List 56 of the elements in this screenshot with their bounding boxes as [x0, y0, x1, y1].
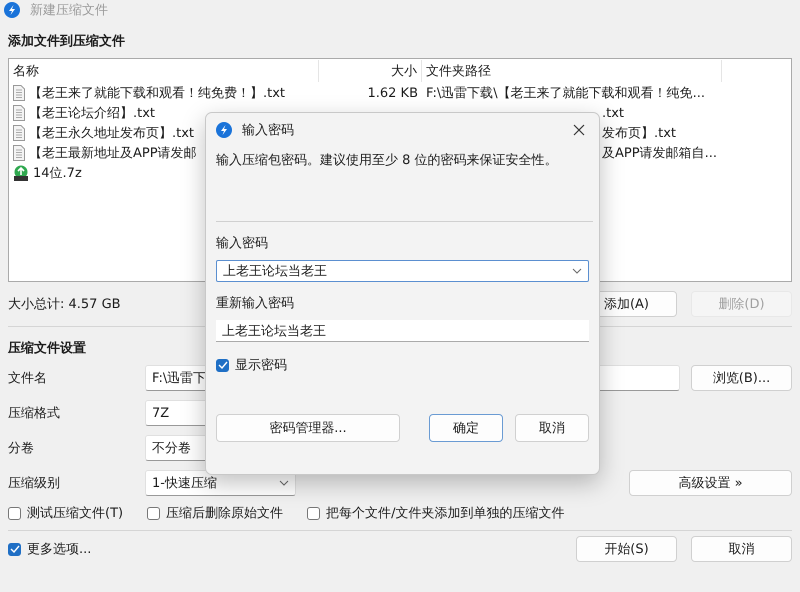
ok-button[interactable]: 确定 [429, 414, 503, 442]
checkbox-label: 显示密码 [235, 357, 287, 374]
start-button[interactable]: 开始(S) [576, 536, 677, 562]
checkbox[interactable] [8, 506, 21, 520]
app-logo-icon [4, 2, 20, 18]
advanced-settings-button[interactable]: 高级设置 » [629, 470, 792, 496]
dialog-title: 输入密码 [242, 122, 294, 139]
field-label: 重新输入密码 [216, 295, 295, 312]
file-name: 【老王最新地址及APP请发邮 [29, 145, 197, 162]
checkbox[interactable] [147, 506, 160, 520]
field-label: 压缩级别 [8, 475, 61, 492]
field-label: 压缩格式 [8, 405, 61, 422]
checkmark-icon [10, 545, 20, 553]
app-logo-icon [216, 122, 232, 138]
document-icon [13, 125, 25, 141]
checkbox-label: 把每个文件/文件夹添加到单独的压缩文件 [326, 505, 564, 522]
dialog-description: 输入压缩包密码。建议使用至少 8 位的密码来保证安全性。 [216, 152, 559, 170]
browse-button[interactable]: 浏览(B)... [691, 365, 792, 391]
folder-path: 及APP请发邮箱自... [602, 145, 717, 162]
column-header: 文件夹路径 [422, 60, 722, 82]
cancel-button[interactable]: 取消 [691, 536, 792, 562]
field-label: 文件名 [8, 370, 48, 387]
password-manager-button[interactable]: 密码管理器... [216, 414, 400, 442]
field-label: 输入密码 [216, 235, 269, 252]
password-combo-field[interactable]: 上老王论坛当老王 [216, 260, 589, 282]
document-icon [13, 145, 25, 161]
checkbox[interactable] [8, 542, 21, 556]
file-name: 【老王论坛介绍】.txt [29, 105, 156, 122]
folder-path: F:\迅雷下载\【老王来了就能下载和观看！纯免... [426, 85, 706, 102]
section-heading: 压缩文件设置 [8, 340, 87, 355]
document-icon [13, 85, 25, 101]
column-header: 大小 [319, 60, 422, 82]
checkbox-label: 测试压缩文件(T) [27, 505, 124, 522]
chevron-down-icon [279, 480, 289, 486]
file-size: 1.62 KB [367, 86, 418, 100]
cancel-button[interactable]: 取消 [515, 414, 589, 442]
size-total: 大小总计: 4.57 GB [8, 296, 121, 313]
file-name: 【老王来了就能下载和观看！纯免费！】.txt [29, 85, 286, 102]
checkbox-label: 压缩后删除原始文件 [166, 505, 284, 522]
chevron-down-icon [572, 268, 582, 274]
checkbox-label: 更多选项... [27, 541, 92, 558]
field-label: 分卷 [8, 440, 35, 457]
checkmark-icon [218, 361, 228, 369]
close-icon [573, 124, 585, 136]
folder-path: 发布页】.txt [602, 125, 676, 142]
file-name: 14位.7z [33, 165, 82, 182]
folder-path: .txt [602, 106, 624, 120]
column-header: 名称 [9, 60, 319, 82]
checkbox[interactable] [307, 506, 320, 520]
window-title: 新建压缩文件 [30, 2, 108, 19]
section-heading: 添加文件到压缩文件 [8, 32, 126, 48]
document-icon [13, 105, 25, 121]
checkbox[interactable] [216, 358, 229, 372]
password-field[interactable]: 上老王论坛当老王 [216, 320, 589, 342]
archive-icon [13, 165, 29, 181]
file-name: 【老王永久地址发布页】.txt [29, 125, 194, 142]
